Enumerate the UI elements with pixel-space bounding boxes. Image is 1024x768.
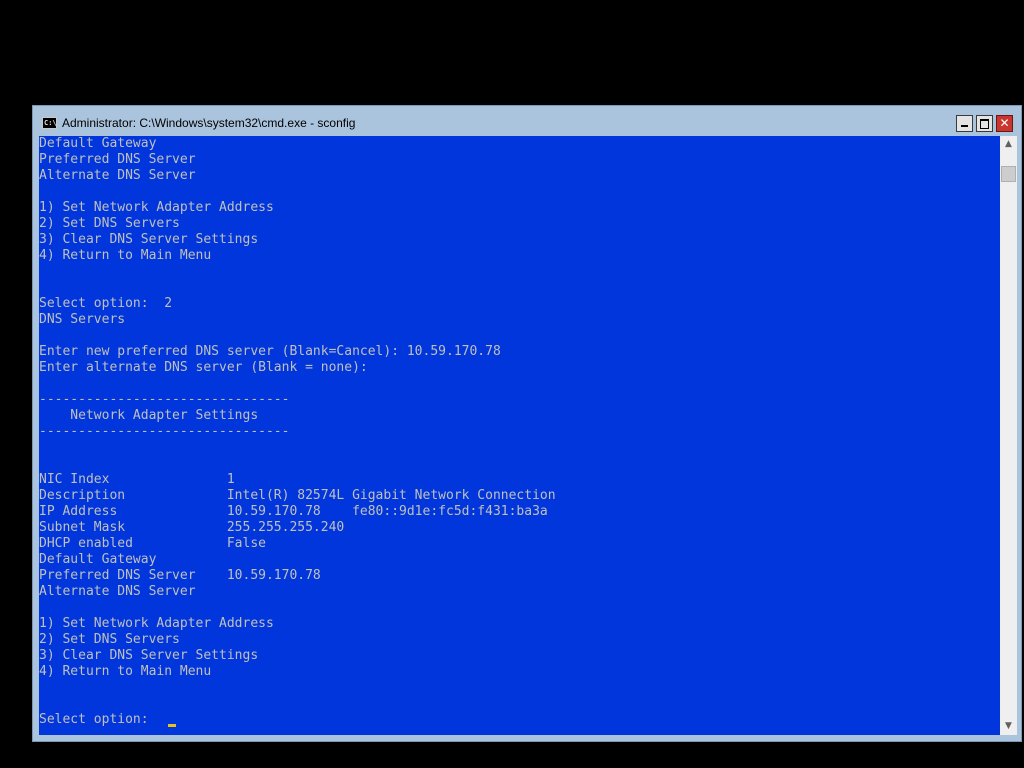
console-line: Subnet Mask 255.255.255.240 [39,520,345,535]
minimize-icon [961,125,968,127]
console-line: Network Adapter Settings [39,408,259,423]
console-line: 2) Set DNS Servers [39,632,180,647]
console-line: Preferred DNS Server [39,152,196,167]
chevron-up-icon: ▲ [1005,139,1012,149]
scroll-up-button[interactable]: ▲ [1000,136,1017,153]
console-lines: Default Gateway Preferred DNS Server Alter… [39,136,556,728]
console-line: -------------------------------- [39,424,290,439]
console-line: 3) Clear DNS Server Settings [39,648,259,663]
close-icon: ✕ [999,116,1010,130]
console-line: Alternate DNS Server [39,584,196,599]
title-bar[interactable]: C:\ Administrator: C:\Windows\system32\c… [33,106,1021,136]
console-line: Enter alternate DNS server (Blank = none… [39,360,368,375]
maximize-button[interactable] [976,115,993,132]
scroll-thumb[interactable] [1001,166,1016,182]
console-line: DHCP enabled False [39,536,266,551]
console-line: DNS Servers [39,312,126,327]
vertical-scrollbar[interactable]: ▲ ▼ [1000,136,1017,735]
console-line: 2) Set DNS Servers [39,216,180,231]
console-line: 4) Return to Main Menu [39,664,212,679]
console-line: Enter new preferred DNS server (Blank=Ca… [39,344,501,359]
console-line: Description Intel(R) 82574L Gigabit Netw… [39,488,556,503]
scroll-down-button[interactable]: ▼ [1000,718,1017,735]
window-title: Administrator: C:\Windows\system32\cmd.e… [62,116,356,130]
chevron-down-icon: ▼ [1005,721,1012,731]
cmd-window: C:\ Administrator: C:\Windows\system32\c… [32,105,1022,742]
console-line: 1) Set Network Adapter Address [39,200,274,215]
console-line: Preferred DNS Server 10.59.170.78 [39,568,321,583]
maximize-icon [980,119,989,129]
console-line: NIC Index 1 [39,472,235,487]
console-line: 3) Clear DNS Server Settings [39,232,259,247]
console-line: 4) Return to Main Menu [39,248,212,263]
cmd-icon[interactable]: C:\ [42,117,57,129]
text-cursor [168,724,176,727]
console-line: IP Address 10.59.170.78 fe80::9d1e:fc5d:… [39,504,548,519]
console-line: Select option: [39,712,165,727]
minimize-button[interactable] [956,115,973,132]
console-line: -------------------------------- [39,392,290,407]
cmd-icon-label: C:\ [44,119,57,127]
console-line: Select option: 2 [39,296,173,311]
close-button[interactable]: ✕ [996,115,1013,132]
console-line: Default Gateway [39,552,157,567]
console-line: 1) Set Network Adapter Address [39,616,274,631]
console-output[interactable]: Default Gateway Preferred DNS Server Alter… [39,136,1000,735]
console-line: Default Gateway [39,136,157,151]
console-line: Alternate DNS Server [39,168,196,183]
